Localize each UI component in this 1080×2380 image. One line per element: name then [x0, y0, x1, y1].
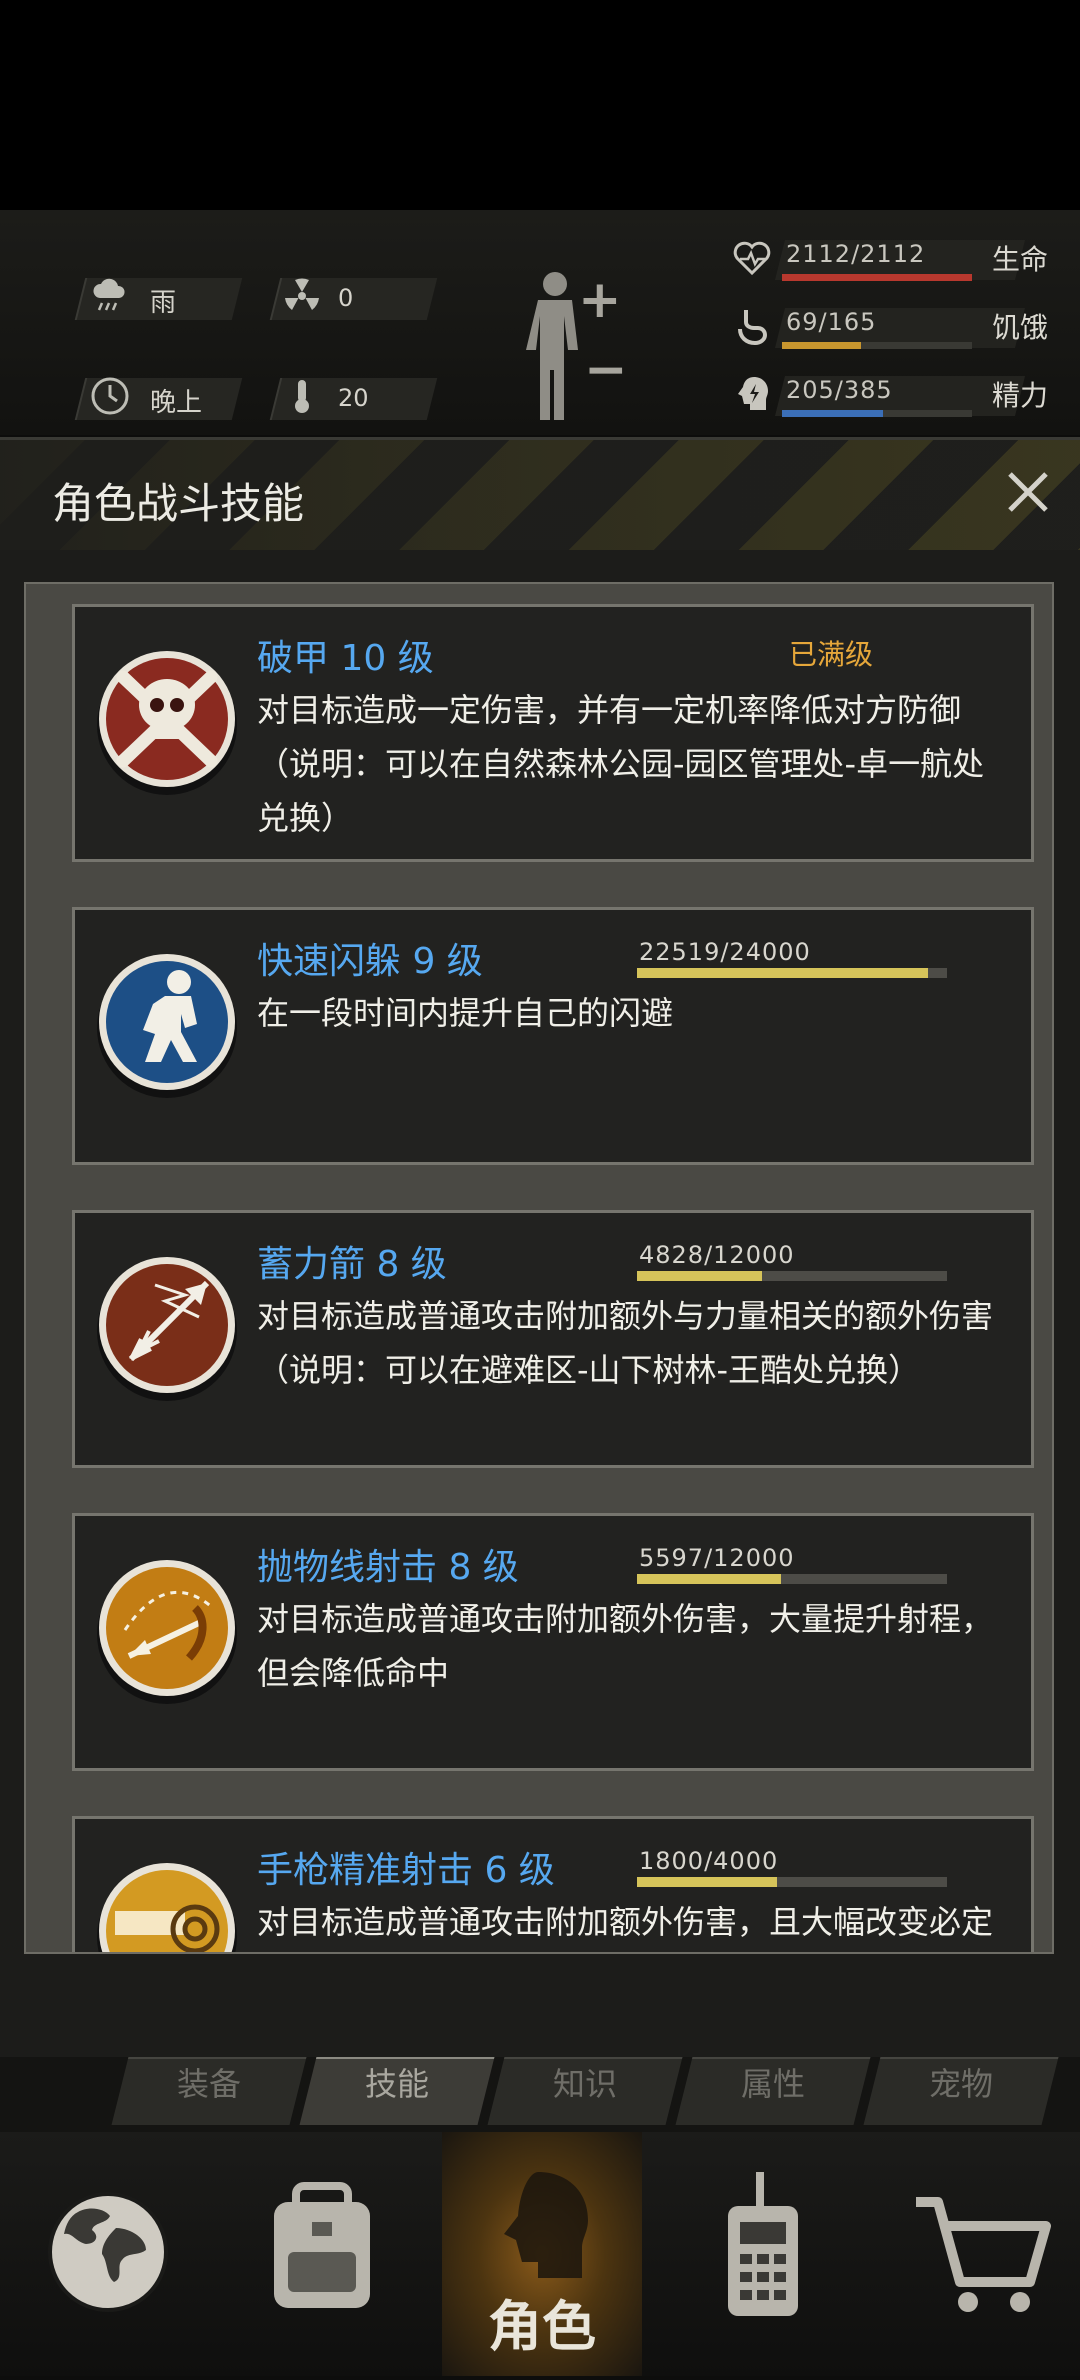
skill-name: 破甲 10 级 — [257, 638, 434, 679]
walkie-talkie-icon — [728, 2172, 798, 2316]
combat-skills-dialog: 角色战斗技能 破甲 10 级 已满级 对目标造成一定伤害，并有一定机率降低对方防… — [0, 437, 1080, 2060]
skill-progress-fill — [637, 1877, 777, 1887]
vital-hunger: 69/165 饥饿 — [720, 304, 1060, 360]
skill-card-charged-arrow[interactable]: 蓄力箭 8 级 4828/12000 对目标造成普通攻击附加额外与力量相关的额外… — [72, 1210, 1034, 1468]
skill-name: 蓄力箭 8 级 — [257, 1244, 447, 1285]
increase-button[interactable]: + — [578, 270, 622, 330]
nav-world[interactable] — [8, 2132, 208, 2376]
energy-bar — [782, 410, 972, 417]
skill-progress-text: 1800/4000 — [639, 1847, 779, 1875]
skill-name: 快速闪躲 9 级 — [257, 941, 483, 982]
nav-character[interactable]: 角色 — [442, 2132, 642, 2376]
health-label: 生命 — [992, 243, 1049, 276]
nav-shop[interactable] — [876, 2132, 1076, 2376]
decrease-button[interactable]: − — [584, 340, 628, 400]
nav-character-label: 角色 — [488, 2295, 596, 2358]
skill-progress-bar — [637, 1574, 947, 1584]
skill-card-quick-dodge[interactable]: 快速闪躲 9 级 22519/24000 在一段时间内提升自己的闪避 — [72, 907, 1034, 1165]
energy-fill — [782, 410, 884, 417]
skill-description: 对目标造成普通攻击附加额外伤害，且大幅改变必定 — [257, 1903, 994, 1941]
skill-progress-fill — [637, 968, 928, 978]
temperature-value: 20 — [338, 384, 369, 412]
charged-arrow-icon — [95, 1235, 239, 1405]
skill-card-armor-break[interactable]: 破甲 10 级 已满级 对目标造成一定伤害，并有一定机率降低对方防御（说明：可以… — [72, 604, 1034, 862]
radiation-icon — [280, 274, 324, 318]
tab-skills-label: 技能 — [364, 2065, 429, 2103]
skill-description: 对目标造成普通攻击附加额外伤害，大量提升射程，但会降低命中 — [257, 1600, 994, 1692]
character-subtabs: 装备 技能 知识 属性 宠物 — [0, 2057, 1080, 2132]
vital-health: 2112/2112 生命 — [720, 236, 1060, 292]
skill-progress-text: 5597/12000 — [639, 1544, 795, 1572]
stomach-icon — [730, 306, 774, 350]
radiation-value: 0 — [338, 284, 354, 312]
pistol-target-icon — [95, 1841, 239, 1952]
health-fill — [782, 274, 972, 281]
heart-icon — [730, 238, 774, 282]
health-value: 2112/2112 — [786, 240, 926, 268]
weather-label: 雨 — [150, 288, 177, 318]
tab-pets-label: 宠物 — [928, 2065, 993, 2103]
hunger-bar — [782, 342, 972, 349]
skill-progress-bar — [637, 1877, 947, 1887]
skill-card-pistol-precision[interactable]: 手枪精准射击 6 级 1800/4000 对目标造成普通攻击附加额外伤害，且大幅… — [72, 1816, 1034, 1952]
skill-progress-fill — [637, 1271, 762, 1281]
nav-inventory[interactable] — [222, 2132, 422, 2376]
backpack-icon — [274, 2182, 370, 2308]
energy-label: 精力 — [992, 379, 1049, 412]
skill-name: 手枪精准射击 6 级 — [257, 1850, 555, 1891]
rain-cloud-icon — [88, 274, 132, 318]
time-label: 晚上 — [150, 388, 203, 418]
skill-progress-bar — [637, 968, 947, 978]
skill-list[interactable]: 破甲 10 级 已满级 对目标造成一定伤害，并有一定机率降低对方防御（说明：可以… — [24, 582, 1054, 1954]
skill-progress-fill — [637, 1574, 782, 1584]
tab-attributes-label: 属性 — [740, 2065, 805, 2103]
hunger-label: 饥饿 — [992, 311, 1049, 344]
close-button[interactable] — [1000, 466, 1056, 522]
skill-progress-text: 4828/12000 — [639, 1241, 795, 1269]
skill-max-level-badge: 已满级 — [789, 638, 874, 671]
skill-name: 抛物线射击 8 级 — [257, 1547, 519, 1588]
energy-value: 205/385 — [786, 376, 893, 404]
hunger-value: 69/165 — [786, 308, 877, 336]
skill-progress-text: 22519/24000 — [639, 938, 811, 966]
vital-energy: 205/385 精力 — [720, 372, 1060, 428]
hunger-fill — [782, 342, 862, 349]
shopping-cart-icon — [916, 2197, 1051, 2312]
parabolic-arrow-icon — [95, 1538, 239, 1708]
tab-equipment-label: 装备 — [176, 2065, 241, 2103]
nav-radio[interactable] — [660, 2132, 860, 2376]
tab-knowledge-label: 知识 — [552, 2065, 617, 2103]
energy-head-icon — [730, 374, 774, 418]
skill-progress-bar — [637, 1271, 947, 1281]
thermometer-icon — [280, 374, 324, 418]
globe-icon — [48, 2192, 168, 2312]
dodge-kneel-icon — [95, 932, 239, 1102]
skill-description: 在一段时间内提升自己的闪避 — [257, 994, 674, 1032]
skull-crossbones-icon — [95, 629, 239, 799]
skill-description: 对目标造成普通攻击附加额外与力量相关的额外伤害（说明：可以在避难区-山下树林-王… — [257, 1297, 994, 1389]
clock-icon — [88, 374, 132, 418]
skill-card-parabolic-shot[interactable]: 抛物线射击 8 级 5597/12000 对目标造成普通攻击附加额外伤害，大量提… — [72, 1513, 1034, 1771]
health-bar — [782, 274, 972, 281]
dialog-title: 角色战斗技能 — [52, 479, 305, 528]
bottom-navigation: 角色 — [0, 2132, 1080, 2376]
status-panel: 雨 0 晚上 20 + − 2112/2112 生命 69/165 饥饿 205… — [0, 210, 1080, 435]
close-icon — [1008, 472, 1048, 512]
top-blank-area — [0, 0, 1080, 210]
skill-description: 对目标造成一定伤害，并有一定机率降低对方防御（说明：可以在自然森林公园-园区管理… — [257, 691, 985, 837]
